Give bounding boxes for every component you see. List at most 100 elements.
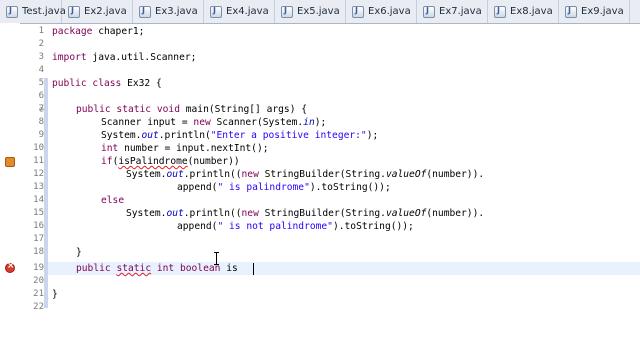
tab-ex6-java[interactable]: Ex6.java <box>346 0 417 23</box>
code-line: append(" is palindrome").toString()); <box>177 182 391 193</box>
code-line: } <box>76 247 82 258</box>
code-line: public class Ex32 { <box>52 78 162 89</box>
keyword: public static void <box>76 104 180 115</box>
error-marker-icon[interactable] <box>5 261 15 273</box>
java-file-icon <box>494 5 506 18</box>
tab-label: Ex3.java <box>155 6 198 17</box>
code-text: } <box>76 247 82 258</box>
warning-marker-icon[interactable] <box>5 157 15 167</box>
code-editor[interactable]: ⊖ 1 2 3 4 5 6 7 8 9 10 11 12 13 14 15 16… <box>0 23 640 360</box>
code-line: Scanner input = new Scanner(System.in); <box>101 117 326 128</box>
string-literal: " is palindrome" <box>217 182 310 193</box>
line-number: 17 <box>33 234 44 244</box>
line-number: 10 <box>33 143 44 153</box>
code-text: (number)) <box>187 156 240 167</box>
fold-region-method <box>44 104 48 254</box>
java-file-icon <box>281 5 293 18</box>
code-line: import java.util.Scanner; <box>52 52 196 63</box>
string-literal: " is not palindrome" <box>217 221 333 232</box>
tab-test-java[interactable]: Test.java <box>0 0 66 23</box>
code-line: if(isPalindrome(number)) <box>101 156 240 167</box>
line-number: 20 <box>33 276 44 286</box>
code-text: Ex32 { <box>121 78 162 89</box>
java-file-icon <box>210 5 222 18</box>
code-text: ).toString()); <box>309 182 391 193</box>
line-number: 7 <box>38 104 44 114</box>
code-text: chaper1; <box>92 26 145 37</box>
code-text: System. <box>101 130 142 141</box>
keyword: int boolean <box>156 263 221 274</box>
java-file-icon <box>352 5 364 18</box>
tab-ex7-java[interactable]: Ex7.java <box>417 0 488 23</box>
code-line: else <box>101 195 124 206</box>
line-number: 15 <box>33 208 44 218</box>
tab-label: Ex9.java <box>581 6 624 17</box>
code-text: ); <box>366 130 379 141</box>
line-number: 4 <box>38 65 44 75</box>
annotation-ruler <box>0 23 20 360</box>
keyword: else <box>101 195 125 206</box>
keyword: new <box>241 169 259 180</box>
line-number: 3 <box>38 52 44 62</box>
line-number: 14 <box>33 195 44 205</box>
code-line: package chaper1; <box>52 26 144 37</box>
code-text: System. <box>126 208 167 219</box>
tab-label: Ex6.java <box>368 6 411 17</box>
static-method: valueOf <box>385 208 427 219</box>
tab-ex4-java[interactable]: Ex4.java <box>204 0 275 23</box>
line-number: 2 <box>38 39 44 49</box>
tab-ex8-java[interactable]: Ex8.java <box>488 0 559 23</box>
code-text: append( <box>177 221 218 232</box>
code-line: public static void main(String[] args) { <box>76 104 307 115</box>
keyword: if <box>101 156 113 167</box>
text-caret <box>253 263 254 275</box>
code-text: StringBuilder(String. <box>258 208 386 219</box>
code-line: System.out.println((new StringBuilder(St… <box>126 169 484 180</box>
line-number: 11 <box>33 156 44 166</box>
java-file-icon <box>6 5 18 18</box>
tab-label: Ex8.java <box>510 6 553 17</box>
java-file-icon <box>68 5 80 18</box>
tab-label: Ex4.java <box>226 6 269 17</box>
java-file-icon <box>565 5 577 18</box>
tab-label: Ex5.java <box>297 6 340 17</box>
keyword: new <box>193 117 211 128</box>
code-text: (number)). <box>426 169 485 180</box>
code-text: ); <box>314 117 327 128</box>
code-line: System.out.println((new StringBuilder(St… <box>126 208 484 219</box>
line-number: 5 <box>38 78 44 88</box>
code-text: is <box>220 263 238 274</box>
editor-tab-bar: Test.java Ex2.java Ex3.java Ex4.java Ex5… <box>0 0 640 24</box>
code-line: System.out.println("Enter a positive int… <box>101 130 378 141</box>
keyword: public class <box>52 78 122 89</box>
line-number: 16 <box>33 221 44 231</box>
code-text: .println( <box>158 130 211 141</box>
tab-ex5-java[interactable]: Ex5.java <box>275 0 346 23</box>
line-number: 9 <box>38 130 44 140</box>
line-number: 19 <box>33 263 44 273</box>
keyword: import <box>52 52 87 63</box>
code-text: Scanner input = <box>101 117 194 128</box>
line-number: 1 <box>38 26 44 36</box>
line-number: 8 <box>38 117 44 127</box>
error-underline: isPalindrome <box>118 156 188 167</box>
line-number: 6 <box>38 91 44 101</box>
tab-ex2-java[interactable]: Ex2.java <box>62 0 133 23</box>
tab-label: Ex2.java <box>84 6 127 17</box>
field-ref: in <box>303 117 315 128</box>
static-method: valueOf <box>385 169 427 180</box>
tab-ex9-java[interactable]: Ex9.java <box>559 0 630 23</box>
code-text: StringBuilder(String. <box>258 169 386 180</box>
string-literal: "Enter a positive integer:" <box>210 130 367 141</box>
code-text: .println(( <box>183 208 242 219</box>
line-number: 12 <box>33 169 44 179</box>
keyword: new <box>241 208 259 219</box>
code-text: System. <box>126 169 167 180</box>
code-line: } <box>52 289 58 300</box>
line-number: 21 <box>33 289 44 299</box>
keyword: public <box>76 263 111 274</box>
code-text: (number)). <box>426 208 485 219</box>
tab-ex3-java[interactable]: Ex3.java <box>133 0 204 23</box>
line-number: 13 <box>33 182 44 192</box>
error-underline: static <box>116 263 152 274</box>
